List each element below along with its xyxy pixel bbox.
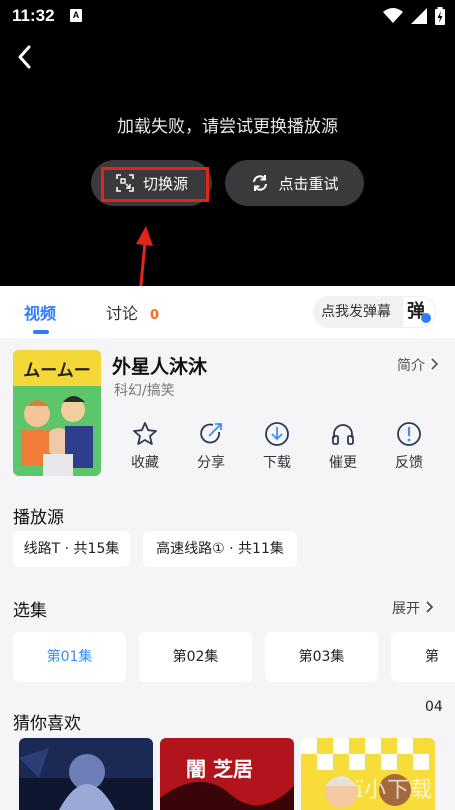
recommend-poster[interactable] bbox=[19, 738, 153, 810]
switch-source-button[interactable]: 切换源 bbox=[91, 160, 212, 206]
share-label: 分享 bbox=[197, 455, 225, 471]
urge-update-button[interactable]: 催更 bbox=[310, 420, 376, 480]
tab-comments-label: 讨论 bbox=[106, 304, 139, 323]
cover-artwork: ムームー bbox=[13, 350, 101, 476]
refresh-icon bbox=[253, 175, 268, 191]
share-icon bbox=[200, 423, 222, 444]
battery-icon bbox=[435, 7, 445, 25]
retry-label: 点击重试 bbox=[278, 174, 339, 193]
danmu-enabled-icon bbox=[421, 313, 431, 323]
chevron-right-icon bbox=[431, 358, 439, 370]
download-label: 下载 bbox=[263, 455, 291, 471]
chevron-right-icon bbox=[426, 601, 434, 613]
poster-artwork: 闇 芝居 bbox=[160, 738, 294, 810]
star-icon bbox=[133, 422, 157, 445]
danmu-toggle[interactable]: 弹 bbox=[402, 296, 436, 328]
wifi-icon bbox=[383, 8, 403, 23]
expand-episodes-link[interactable]: 展开 bbox=[392, 598, 434, 618]
retry-button[interactable]: 点击重试 bbox=[225, 160, 364, 206]
action-row: 收藏 分享 下载 催更 反馈 bbox=[112, 420, 446, 480]
status-bar: 11:32 A bbox=[0, 0, 455, 32]
detail-sheet: 视频 讨论 0 点我发弹幕 弹 ムームー 外星人沐沐 科幻/搞笑 简介 收藏 分… bbox=[0, 286, 455, 810]
episode-item[interactable]: 第01集 bbox=[13, 632, 126, 682]
status-time: 11:32 bbox=[12, 6, 55, 25]
comment-count-badge: 0 bbox=[150, 308, 160, 323]
tab-active-indicator bbox=[33, 330, 49, 334]
video-player[interactable]: 加载失败，请尝试更换播放源 切换源 点击重试 bbox=[0, 32, 455, 286]
download-icon bbox=[265, 422, 289, 446]
notification-a-icon: A bbox=[70, 9, 82, 22]
tab-video-label: 视频 bbox=[24, 304, 57, 323]
share-button[interactable]: 分享 bbox=[178, 420, 244, 480]
feedback-label: 反馈 bbox=[395, 455, 423, 471]
intro-link[interactable]: 简介 bbox=[397, 355, 439, 375]
tab-bar: 视频 讨论 0 点我发弹幕 弹 bbox=[0, 286, 455, 338]
source-option[interactable]: 线路T · 共15集 bbox=[13, 531, 130, 567]
episode-item[interactable]: 第02集 bbox=[139, 632, 252, 682]
switch-source-label: 切换源 bbox=[142, 174, 188, 193]
favorite-label: 收藏 bbox=[131, 455, 159, 471]
download-button[interactable]: 下载 bbox=[244, 420, 310, 480]
show-genre: 科幻/搞笑 bbox=[114, 383, 175, 399]
signal-icon bbox=[411, 8, 427, 24]
poster-artwork bbox=[19, 738, 153, 810]
show-info: ムームー 外星人沐沐 科幻/搞笑 简介 收藏 分享 下载 催更 反馈 bbox=[0, 338, 455, 488]
cover-logo: ムームー bbox=[23, 361, 91, 381]
urge-update-label: 催更 bbox=[329, 455, 357, 471]
load-failed-message: 加载失败，请尝试更换播放源 bbox=[117, 117, 338, 137]
expand-label: 展开 bbox=[392, 601, 420, 617]
switch-source-icon bbox=[116, 174, 134, 192]
intro-label: 简介 bbox=[397, 358, 425, 374]
sources-title: 播放源 bbox=[13, 508, 64, 528]
source-option[interactable]: 高速线路① · 共11集 bbox=[143, 531, 297, 567]
recommend-poster[interactable]: 闇 芝居 bbox=[160, 738, 294, 810]
feedback-button[interactable]: 反馈 bbox=[376, 420, 442, 480]
tab-comments[interactable]: 讨论 0 bbox=[106, 300, 159, 324]
episode-item[interactable]: 第04 bbox=[391, 632, 455, 715]
favorite-button[interactable]: 收藏 bbox=[112, 420, 178, 480]
watermark-text: ï小下载 bbox=[356, 778, 434, 803]
episodes-title: 选集 bbox=[13, 601, 47, 621]
danmu-input[interactable]: 点我发弹幕 bbox=[313, 296, 402, 328]
feedback-icon bbox=[397, 422, 421, 446]
recommend-title: 猜你喜欢 bbox=[13, 714, 81, 734]
back-arrow-icon[interactable] bbox=[12, 42, 38, 72]
poster-title-text: 闇 芝居 bbox=[186, 757, 253, 781]
headphones-icon bbox=[332, 424, 354, 445]
show-title: 外星人沐沐 bbox=[112, 356, 208, 378]
episode-item[interactable]: 第03集 bbox=[265, 632, 378, 682]
show-cover-image[interactable]: ムームー bbox=[13, 350, 101, 476]
tab-video[interactable]: 视频 bbox=[24, 300, 57, 334]
